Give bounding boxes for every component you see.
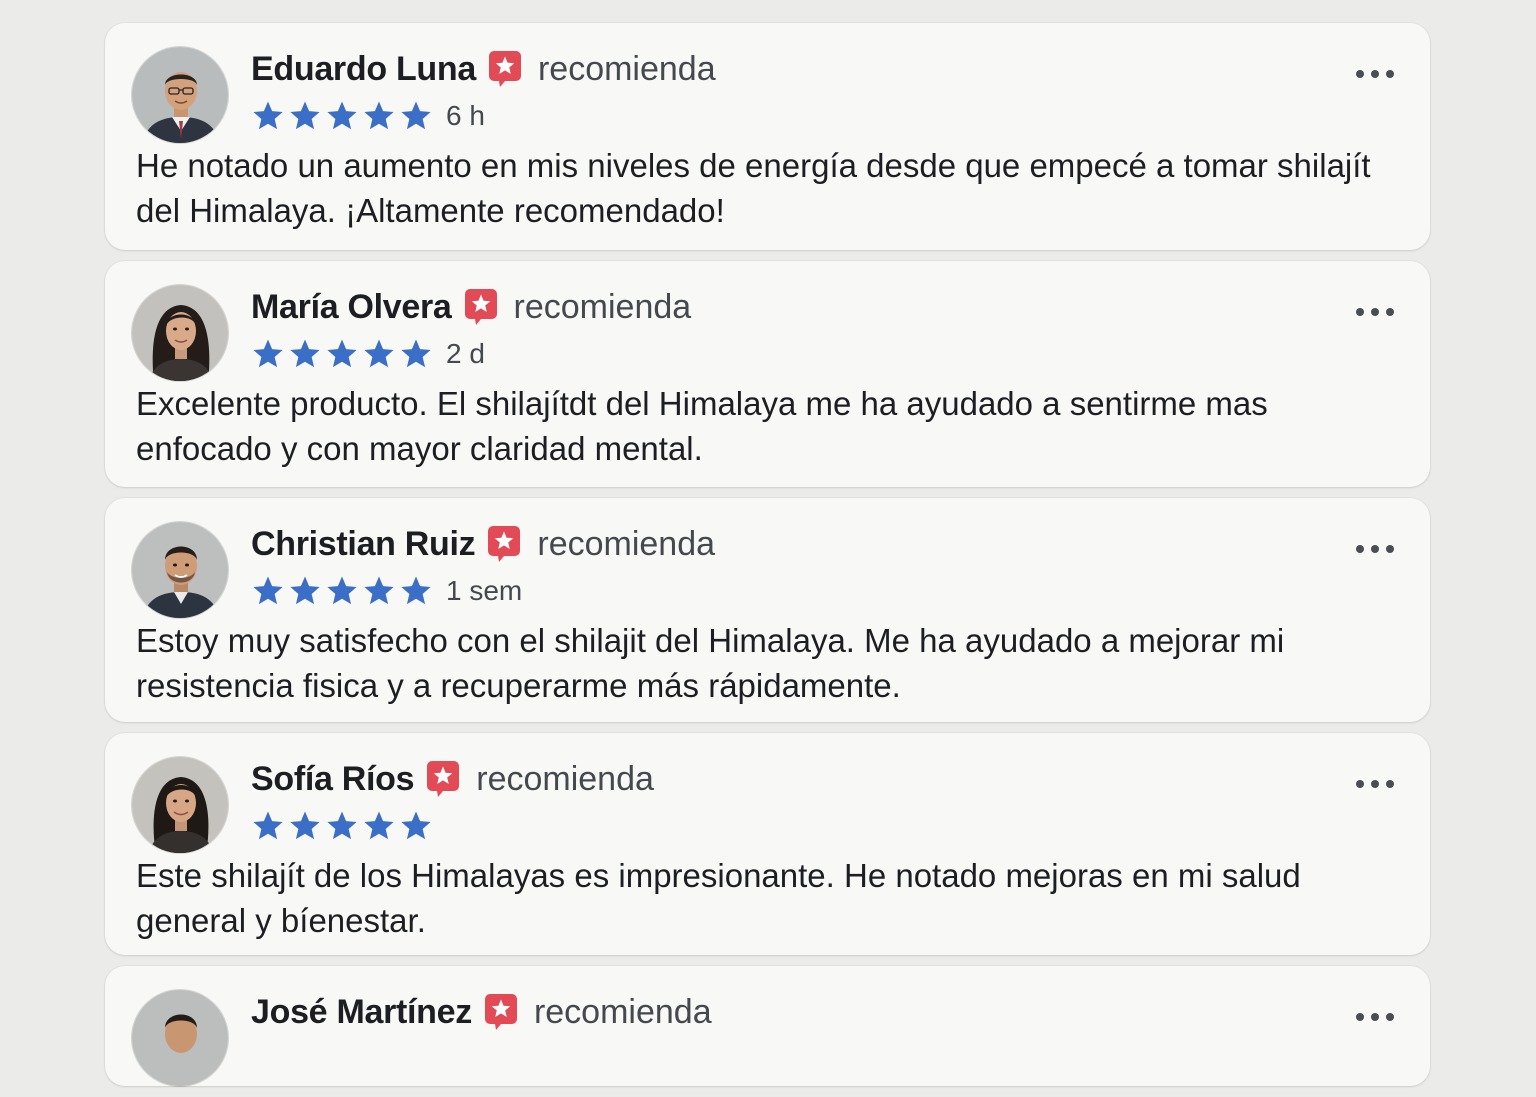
star-icon <box>325 809 359 843</box>
review-meta: 2 d <box>251 335 485 373</box>
recommend-badge-icon <box>426 759 460 799</box>
review-header: María Olvera recomienda <box>251 285 691 329</box>
review-text: Este shilajít de los Himalayas es impres… <box>136 857 1301 939</box>
review-header: Christian Ruiz recomienda <box>251 522 715 566</box>
review-meta: 1 sem <box>251 572 522 610</box>
star-icon <box>251 99 285 133</box>
star-icon <box>288 809 322 843</box>
star-icon <box>362 99 396 133</box>
star-icon <box>399 574 433 608</box>
star-icon <box>251 337 285 371</box>
avatar[interactable] <box>131 756 229 854</box>
more-options-icon[interactable] <box>1356 536 1394 562</box>
star-icon <box>251 809 285 843</box>
more-options-icon[interactable] <box>1356 1004 1394 1030</box>
avatar[interactable] <box>131 284 229 382</box>
more-options-icon[interactable] <box>1356 61 1394 87</box>
recommend-label: recomienda <box>537 524 716 563</box>
recommend-badge-icon <box>464 287 498 327</box>
review-text: Excelente producto. El shilajítdt del Hi… <box>136 385 1268 467</box>
review-card: Sofía Ríos recomienda Este shilajít de l… <box>105 733 1430 955</box>
star-icon <box>362 574 396 608</box>
review-text: Estoy muy satisfecho con el shilajit del… <box>136 622 1285 704</box>
reviewer-name[interactable]: Sofía Ríos <box>251 760 415 799</box>
star-icon <box>362 337 396 371</box>
recommend-badge-icon <box>487 524 521 564</box>
review-card: Eduardo Luna recomienda 6 h He notado un… <box>105 23 1430 250</box>
avatar[interactable] <box>131 46 229 144</box>
timestamp[interactable]: 1 sem <box>446 575 522 607</box>
timestamp[interactable]: 2 d <box>446 338 485 370</box>
reviewer-name[interactable]: José Martínez <box>251 993 472 1032</box>
review-text: He notado un aumento en mis niveles de e… <box>136 147 1371 229</box>
reviewer-name[interactable]: Eduardo Luna <box>251 50 476 89</box>
more-options-icon[interactable] <box>1356 771 1394 797</box>
star-rating <box>251 337 436 371</box>
review-card: Christian Ruiz recomienda 1 sem Estoy mu… <box>105 498 1430 722</box>
star-icon <box>251 574 285 608</box>
star-icon <box>399 99 433 133</box>
review-header: Eduardo Luna recomienda <box>251 47 716 91</box>
star-icon <box>325 574 359 608</box>
review-card: José Martínez recomienda <box>105 966 1430 1087</box>
timestamp[interactable]: 6 h <box>446 100 485 132</box>
star-icon <box>288 574 322 608</box>
star-icon <box>362 809 396 843</box>
star-icon <box>288 337 322 371</box>
star-rating <box>251 99 436 133</box>
review-card: María Olvera recomienda 2 d Excelente pr… <box>105 261 1430 487</box>
reviewer-name[interactable]: María Olvera <box>251 288 452 327</box>
recommend-badge-icon <box>484 992 518 1032</box>
review-meta <box>251 807 446 845</box>
recommend-label: recomienda <box>476 759 654 798</box>
review-feed: Eduardo Luna recomienda 6 h He notado un… <box>105 23 1430 1097</box>
star-rating <box>251 574 436 608</box>
review-header: Sofía Ríos recomienda <box>251 757 654 801</box>
review-header: José Martínez recomienda <box>251 990 712 1034</box>
star-rating <box>251 809 436 843</box>
avatar[interactable] <box>131 521 229 619</box>
more-options-icon[interactable] <box>1356 299 1394 325</box>
recommend-badge-icon <box>488 49 522 89</box>
star-icon <box>399 809 433 843</box>
recommend-label: recomienda <box>513 287 692 326</box>
star-icon <box>325 99 359 133</box>
star-icon <box>288 99 322 133</box>
star-icon <box>399 337 433 371</box>
recommend-label: recomienda <box>533 992 712 1031</box>
reviewer-name[interactable]: Christian Ruiz <box>251 525 476 564</box>
avatar[interactable] <box>131 989 229 1087</box>
star-icon <box>325 337 359 371</box>
review-meta: 6 h <box>251 97 485 135</box>
recommend-label: recomienda <box>537 49 716 88</box>
